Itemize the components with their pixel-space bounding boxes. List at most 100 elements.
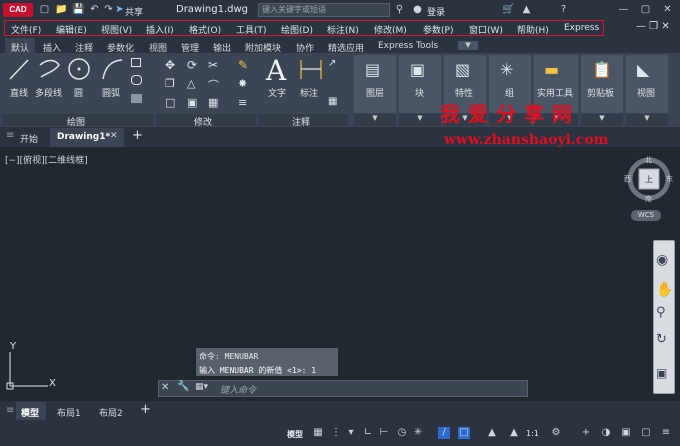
wcs-menu[interactable]: WCS xyxy=(631,210,661,221)
start-tab[interactable]: 开始 xyxy=(20,132,38,145)
mirror-icon[interactable]: △ xyxy=(187,77,195,90)
drawing-tab-close-icon[interactable]: ✕ xyxy=(110,131,118,141)
login-button[interactable]: 登录 xyxy=(427,5,445,18)
trim-icon[interactable]: ✂ xyxy=(208,58,218,72)
menu-dimension[interactable]: 标注(N) xyxy=(327,23,359,36)
menu-tools[interactable]: 工具(T) xyxy=(236,23,267,36)
viewcube-east[interactable]: 东 xyxy=(666,174,673,184)
orbit-icon[interactable]: ↻ xyxy=(656,332,667,347)
tab-express-tools[interactable]: Express Tools xyxy=(378,41,438,51)
snap-dropdown-icon[interactable]: ▾ xyxy=(345,427,357,439)
explode-icon[interactable]: ✸ xyxy=(238,77,247,90)
clean-screen-icon[interactable]: ▢ xyxy=(640,427,652,439)
search-input[interactable]: 键入关键字或短语 xyxy=(258,3,390,17)
erase-icon[interactable]: ✎ xyxy=(238,58,248,72)
menu-parametric[interactable]: 参数(P) xyxy=(423,23,453,36)
gradient-icon[interactable] xyxy=(131,94,142,103)
polyline-label[interactable]: 多段线 xyxy=(35,86,62,99)
annotation-scale[interactable]: 1:1 xyxy=(526,429,539,438)
layout-menu-icon[interactable]: ≡ xyxy=(6,405,14,416)
autodesk-app-icon[interactable]: ▲ xyxy=(520,3,533,16)
annotation-autoscale-icon[interactable]: ▲ xyxy=(508,427,520,439)
workspace-switch-icon[interactable]: ⚙ xyxy=(550,427,562,439)
open-folder-icon[interactable]: 📁 xyxy=(55,3,68,16)
minimize-button[interactable]: — xyxy=(617,3,630,16)
help-icon[interactable]: ? xyxy=(557,3,570,16)
hatch-icon[interactable] xyxy=(131,75,142,85)
scale-icon[interactable]: ▣ xyxy=(187,96,197,109)
menu-file[interactable]: 文件(F) xyxy=(11,23,41,36)
command-customize-icon[interactable]: 🔧 xyxy=(177,381,189,392)
dimension-label[interactable]: 标注 xyxy=(300,86,318,99)
text-icon[interactable]: A xyxy=(266,54,286,87)
copy-icon[interactable]: ❐ xyxy=(165,77,175,90)
infer-constraints-icon[interactable]: ∟ xyxy=(362,427,374,439)
command-input[interactable]: 键入命令 xyxy=(220,383,256,396)
stretch-icon[interactable]: □ xyxy=(165,96,175,109)
menu-hamburger-icon[interactable]: ≡ xyxy=(6,130,14,141)
ortho-icon[interactable]: ⊢ xyxy=(378,427,390,439)
circle-icon[interactable] xyxy=(66,56,92,82)
new-file-icon[interactable]: ▢ xyxy=(38,3,51,16)
ribbon-toggle-button[interactable]: ▼ xyxy=(458,41,478,50)
model-tab-label[interactable]: 模型 xyxy=(21,406,39,419)
maximize-button[interactable]: ▢ xyxy=(639,3,652,16)
snap-icon[interactable]: ⋮ xyxy=(330,427,342,439)
circle-label[interactable]: 圆 xyxy=(74,86,83,99)
polar-tracking-icon[interactable]: ◷ xyxy=(396,427,408,439)
zoom-icon[interactable]: ⚲ xyxy=(656,305,666,320)
viewcube-south[interactable]: 南 xyxy=(645,194,652,204)
menu-express[interactable]: Express xyxy=(564,23,599,33)
menu-help[interactable]: 帮助(H) xyxy=(517,23,549,36)
menu-view[interactable]: 视图(V) xyxy=(101,23,132,36)
array-icon[interactable]: ▦ xyxy=(208,96,218,109)
menu-edit[interactable]: 编辑(E) xyxy=(56,23,87,36)
pan-icon[interactable]: ✋ xyxy=(656,282,673,298)
restore-down-button[interactable]: — ❐ ✕ xyxy=(636,21,670,32)
dimension-icon[interactable] xyxy=(298,57,324,83)
showmotion-icon[interactable]: ▣ xyxy=(656,366,667,380)
line-label[interactable]: 直线 xyxy=(10,86,28,99)
layout1-tab[interactable]: 布局1 xyxy=(57,406,81,419)
new-tab-plus-icon[interactable]: + xyxy=(132,128,143,143)
text-label[interactable]: 文字 xyxy=(268,86,286,99)
viewcube-north[interactable]: 北 xyxy=(645,155,652,165)
isolate-objects-icon[interactable]: ◑ xyxy=(600,427,612,439)
command-close-icon[interactable]: ✕ xyxy=(161,382,169,393)
viewport-controls[interactable]: [−][俯视][二维线框] xyxy=(5,153,88,166)
hardware-acceleration-icon[interactable]: ▣ xyxy=(620,427,632,439)
menu-insert[interactable]: 插入(I) xyxy=(146,23,174,36)
model-space-button[interactable]: 模型 xyxy=(287,429,303,440)
viewcube-west[interactable]: 西 xyxy=(624,174,631,184)
line-icon[interactable] xyxy=(8,57,30,83)
block-dropdown[interactable]: ▼ xyxy=(399,114,441,126)
selection-cycling-icon[interactable]: □ xyxy=(458,427,470,439)
user-icon[interactable]: ● xyxy=(411,3,424,16)
layers-dropdown[interactable]: ▼ xyxy=(354,114,396,126)
view-dropdown[interactable]: ▼ xyxy=(626,114,668,126)
grid-icon[interactable]: ▦ xyxy=(312,427,324,439)
menu-draw[interactable]: 绘图(D) xyxy=(281,23,313,36)
plus-icon[interactable]: + xyxy=(580,427,592,439)
rotate-icon[interactable]: ⟳ xyxy=(187,58,197,72)
arc-label[interactable]: 圆弧 xyxy=(102,86,120,99)
undo-icon[interactable]: ↶ xyxy=(88,3,101,16)
steering-wheel-icon[interactable]: ◉ xyxy=(656,252,668,268)
lineweight-icon[interactable]: ∕ xyxy=(438,427,450,439)
menu-window[interactable]: 窗口(W) xyxy=(469,23,503,36)
share-label[interactable]: 共享 xyxy=(125,5,143,18)
table-icon[interactable]: ▦ xyxy=(328,96,337,107)
clipboard-dropdown[interactable]: ▼ xyxy=(581,114,623,126)
offset-icon[interactable]: ≡ xyxy=(238,96,247,109)
fillet-icon[interactable]: ⌒ xyxy=(208,77,219,93)
drawing-canvas[interactable] xyxy=(0,147,680,401)
leader-icon[interactable]: ↗ xyxy=(328,58,336,69)
app-logo[interactable]: CAD xyxy=(3,3,33,17)
drawing-tab-label[interactable]: Drawing1* xyxy=(57,132,110,142)
search-icon[interactable]: ⚲ xyxy=(393,3,406,16)
object-snap-icon[interactable]: ✳ xyxy=(412,427,424,439)
viewcube-top-face[interactable]: 上 xyxy=(645,174,653,185)
customization-icon[interactable]: ≡ xyxy=(660,427,672,439)
close-button[interactable]: ✕ xyxy=(661,3,674,16)
rectangle-icon[interactable] xyxy=(131,58,141,67)
